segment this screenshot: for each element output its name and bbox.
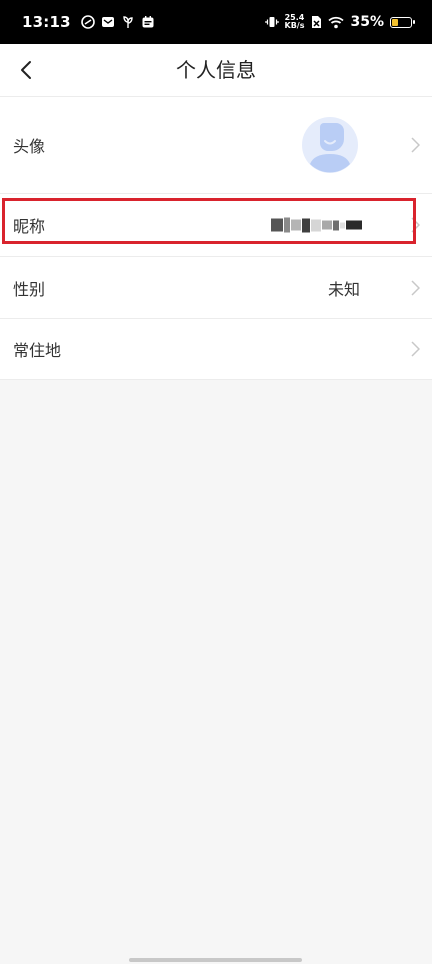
network-speed-unit: KB/s <box>284 21 305 30</box>
battery-icon <box>390 16 415 28</box>
battery-fill <box>392 18 399 26</box>
calendar-notification-icon <box>141 15 155 29</box>
nickname-label: 昵称 <box>13 217 46 236</box>
status-time: 13:13 <box>22 13 71 31</box>
default-avatar-icon <box>302 117 358 173</box>
location-label: 常住地 <box>13 341 62 360</box>
no-sim-icon <box>310 15 322 29</box>
nickname-value-masked <box>271 217 362 233</box>
nav-header: 个人信息 <box>0 44 432 97</box>
page-title: 个人信息 <box>176 58 256 82</box>
chevron-right-icon <box>411 279 420 296</box>
chevron-right-icon <box>411 137 420 153</box>
location-row[interactable]: 常住地 <box>0 319 432 380</box>
chevron-right-icon <box>411 217 420 233</box>
status-bar-right: 25.4 KB/s 35% <box>264 14 415 30</box>
gender-label: 性别 <box>13 279 46 299</box>
gender-row[interactable]: 性别 未知 <box>0 257 432 319</box>
network-speed: 25.4 KB/s <box>285 14 305 30</box>
avatar[interactable] <box>302 117 358 173</box>
avatar-label: 头像 <box>13 137 46 156</box>
plant-notification-icon <box>121 15 135 29</box>
gender-value: 未知 <box>327 279 360 299</box>
profile-list: 头像 昵称 性别 未知 常住地 <box>0 97 432 380</box>
nickname-row[interactable]: 昵称 <box>0 194 432 257</box>
status-bar: 13:13 25.4 KB/s 35% <box>0 0 432 44</box>
app-notification-icon <box>80 15 95 29</box>
vibrate-icon <box>264 15 279 29</box>
home-indicator[interactable] <box>129 958 302 962</box>
wifi-icon <box>328 16 345 29</box>
mail-notification-icon <box>101 15 115 29</box>
avatar-row[interactable]: 头像 <box>0 97 432 194</box>
status-bar-left: 13:13 <box>22 13 155 31</box>
battery-percent: 35% <box>350 14 384 30</box>
chevron-right-icon <box>411 341 420 357</box>
